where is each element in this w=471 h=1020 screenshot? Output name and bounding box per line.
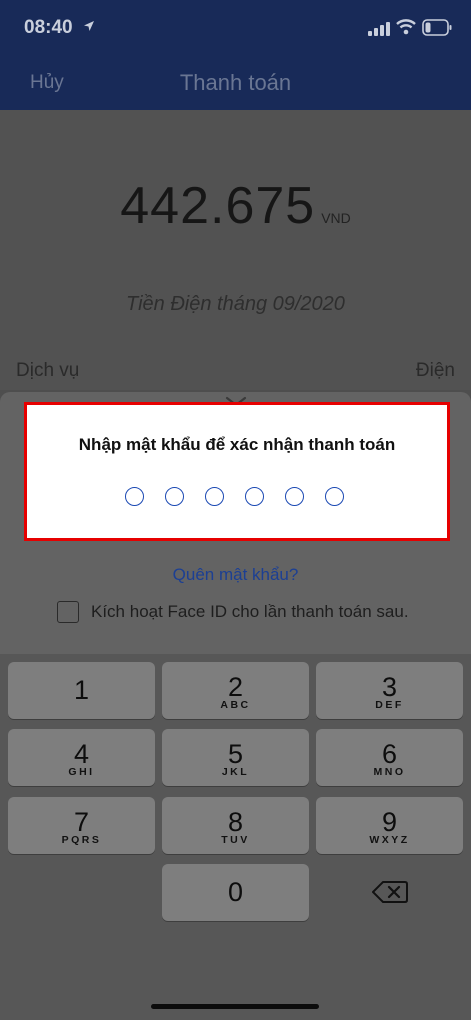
key-digit: 0 bbox=[227, 877, 244, 907]
currency-label: VND bbox=[321, 210, 351, 226]
page-title: Thanh toán bbox=[179, 70, 292, 95]
pin-digit-slot bbox=[245, 487, 264, 506]
status-time: 08:40 bbox=[24, 17, 73, 38]
forgot-password-link[interactable]: Quên mật khẩu? bbox=[0, 565, 471, 585]
key-letters: TUV bbox=[221, 834, 250, 846]
key-9[interactable]: 9 WXYZ bbox=[316, 797, 463, 854]
payment-description: Tiền Điện tháng 09/2020 bbox=[126, 293, 345, 315]
key-1[interactable]: 1 bbox=[8, 662, 155, 719]
key-3[interactable]: 3 DEF bbox=[316, 662, 463, 719]
key-digit: 2 bbox=[227, 672, 244, 702]
battery-icon bbox=[422, 19, 452, 36]
pin-digit-slot bbox=[125, 487, 144, 506]
cellular-signal-icon bbox=[368, 22, 390, 36]
key-5[interactable]: 5 JKL bbox=[162, 729, 309, 786]
key-digit: 3 bbox=[381, 672, 398, 702]
key-digit: 8 bbox=[227, 807, 244, 837]
service-value: Điện bbox=[415, 360, 455, 381]
top-bar: 08:40 Hủy Thanh toán bbox=[0, 0, 471, 110]
pin-entry-box: Nhập mật khẩu để xác nhận thanh toán bbox=[24, 402, 450, 541]
key-digit: 1 bbox=[73, 675, 90, 705]
pin-title: Nhập mật khẩu để xác nhận thanh toán bbox=[78, 435, 396, 454]
key-digit: 9 bbox=[381, 807, 398, 837]
key-letters: MNO bbox=[373, 766, 406, 778]
key-digit: 5 bbox=[227, 739, 244, 769]
pin-digit-slot bbox=[325, 487, 344, 506]
key-digit: 4 bbox=[73, 739, 90, 769]
home-indicator bbox=[151, 1004, 319, 1009]
payment-summary: 442.675 VND Tiền Điện tháng 09/2020 Dịch … bbox=[0, 110, 471, 390]
key-digit: 6 bbox=[381, 739, 398, 769]
key-letters: JKL bbox=[221, 766, 250, 778]
key-letters: DEF bbox=[375, 699, 404, 711]
faceid-checkbox[interactable] bbox=[57, 601, 79, 623]
key-7[interactable]: 7 PQRS bbox=[8, 797, 155, 854]
key-0[interactable]: 0 bbox=[162, 864, 309, 921]
key-8[interactable]: 8 TUV bbox=[162, 797, 309, 854]
key-digit: 7 bbox=[73, 807, 90, 837]
key-6[interactable]: 6 MNO bbox=[316, 729, 463, 786]
backspace-icon[interactable] bbox=[372, 880, 408, 904]
service-label: Dịch vụ bbox=[16, 360, 80, 381]
location-arrow-icon bbox=[84, 21, 94, 31]
pin-digit-slot bbox=[165, 487, 184, 506]
pin-digit-slot bbox=[205, 487, 224, 506]
status-bar: 08:40 bbox=[0, 0, 471, 58]
key-letters: PQRS bbox=[61, 834, 102, 846]
amount-value: 442.675 bbox=[120, 177, 316, 235]
key-letters: GHI bbox=[68, 766, 95, 778]
key-letters: WXYZ bbox=[369, 834, 410, 846]
key-4[interactable]: 4 GHI bbox=[8, 729, 155, 786]
pin-digit-slot bbox=[285, 487, 304, 506]
faceid-label: Kích hoạt Face ID cho lần thanh toán sau… bbox=[91, 602, 409, 621]
amount-display: 442.675 VND bbox=[0, 176, 471, 236]
wifi-icon bbox=[396, 19, 416, 35]
key-letters: ABC bbox=[220, 699, 251, 711]
key-2[interactable]: 2 ABC bbox=[162, 662, 309, 719]
